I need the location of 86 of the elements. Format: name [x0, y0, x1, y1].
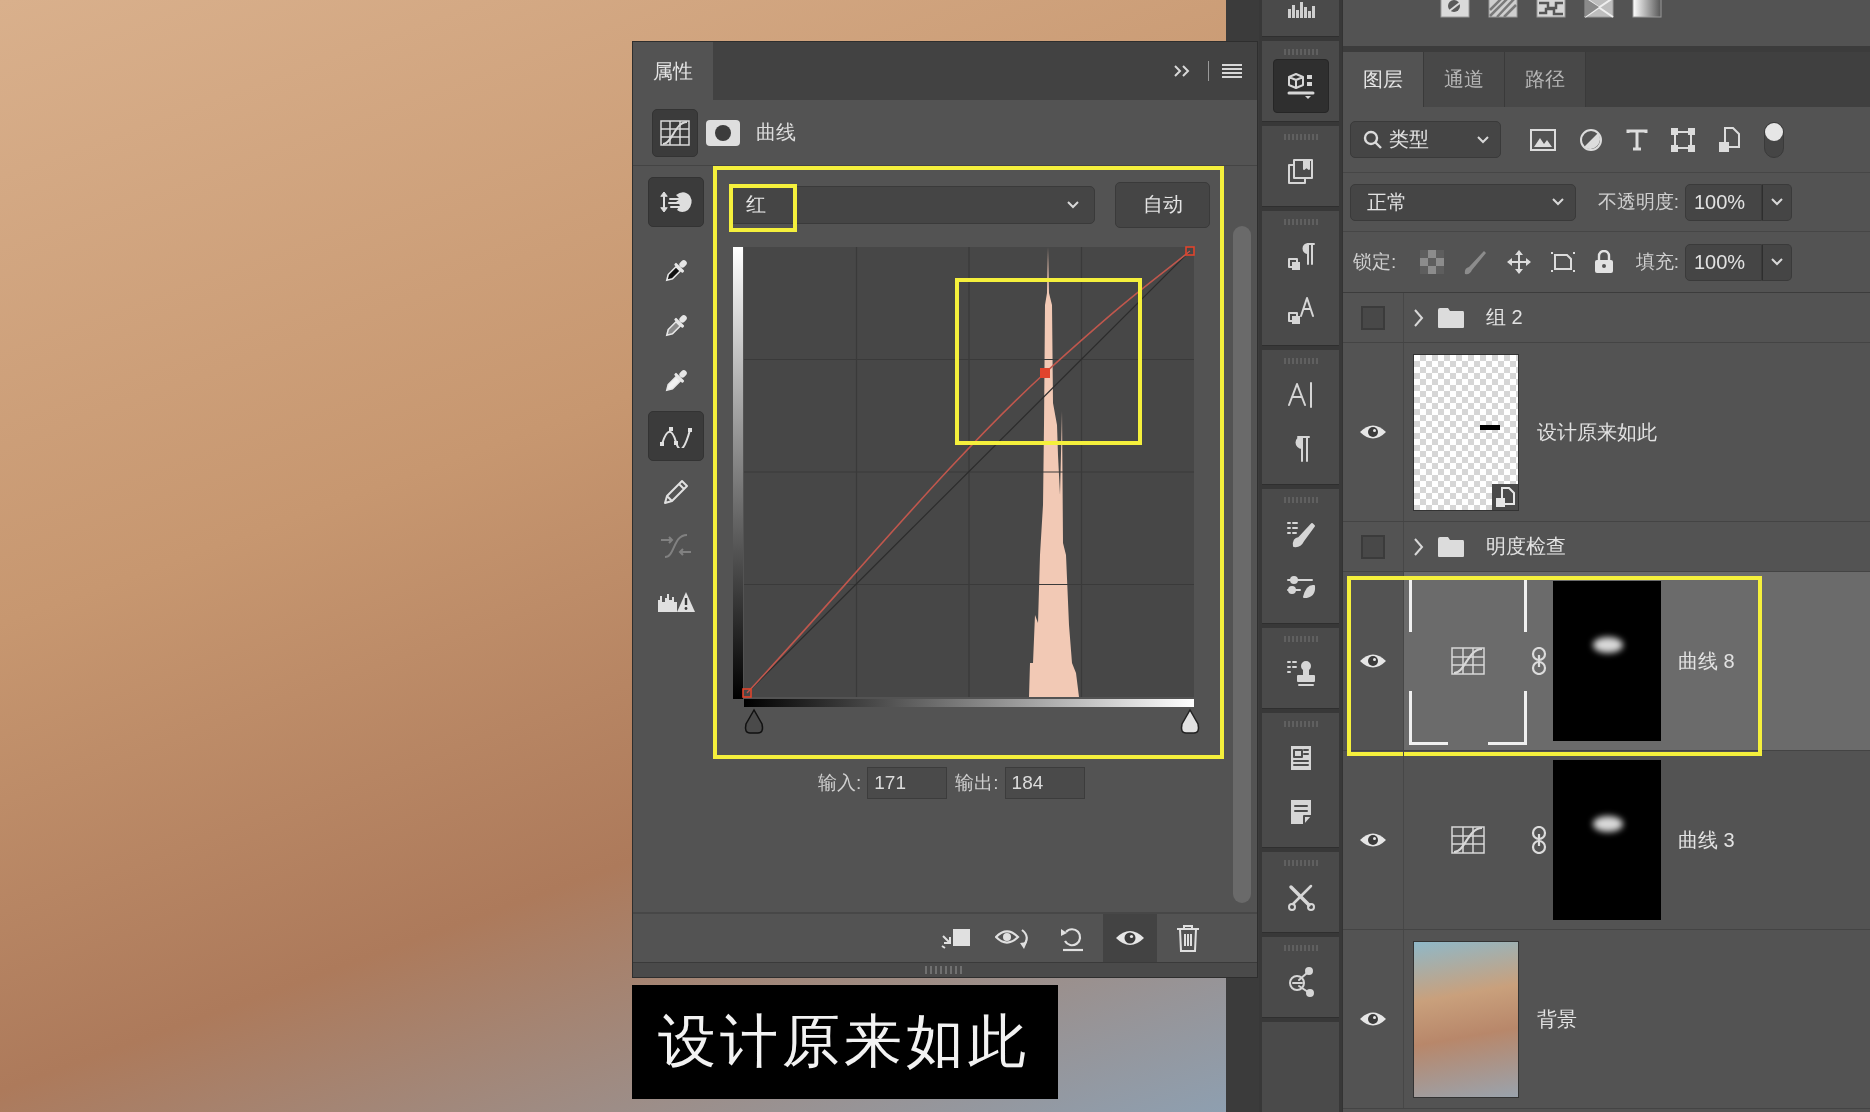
stripes-swatch-icon[interactable]: [1488, 0, 1518, 18]
chevron-right-icon[interactable]: [1412, 536, 1424, 557]
caret-icon: [1551, 197, 1565, 207]
curves-layer-button[interactable]: [652, 108, 698, 157]
caret-icon: [1770, 197, 1784, 207]
filter-toggle[interactable]: [1764, 121, 1784, 158]
adjustment-title: 曲线: [756, 120, 796, 145]
crossed-swatch-icon[interactable]: [1584, 0, 1614, 18]
opacity-label: 不透明度:: [1597, 190, 1679, 214]
link-icon[interactable]: [1531, 826, 1547, 854]
text-preview-drawing: [1480, 424, 1500, 430]
eye-icon[interactable]: [1359, 1010, 1387, 1028]
layer-row[interactable]: 曲线 8: [1404, 572, 1870, 750]
shadows-input-slider[interactable]: [744, 709, 764, 734]
caret-icon: [1066, 199, 1080, 210]
blend-mode-dropdown[interactable]: 正常: [1350, 183, 1576, 221]
panel-tab[interactable]: 通道: [1424, 52, 1505, 107]
layer-row[interactable]: 设计原来如此: [1404, 343, 1870, 521]
caption-text: 设计原来如此: [658, 1007, 1030, 1075]
trash-icon: [1176, 924, 1200, 952]
shape-filter-icon[interactable]: [1671, 127, 1695, 152]
mask-thumbnail[interactable]: [1553, 581, 1661, 741]
eye-icon[interactable]: [1359, 652, 1387, 670]
layer-name: 设计原来如此: [1537, 419, 1657, 445]
chevron-right-icon[interactable]: [1412, 307, 1424, 328]
layer-name: 背景: [1537, 1006, 1577, 1032]
input-field[interactable]: 171: [867, 767, 948, 799]
output-field[interactable]: 184: [1004, 767, 1085, 799]
point-curve-icon: [659, 424, 693, 448]
move-lock-icon[interactable]: [1506, 249, 1533, 275]
curves-icon: [660, 119, 690, 146]
mask-thumbnail[interactable]: [1553, 760, 1661, 920]
input-label: 输入:: [818, 771, 862, 795]
search-icon: [1363, 129, 1383, 150]
tool-button[interactable]: [648, 411, 704, 461]
opacity-dropdown-button[interactable]: [1762, 183, 1792, 221]
smart-object-icon: [1492, 483, 1518, 510]
tool-button[interactable]: [648, 177, 704, 227]
fill-field[interactable]: 100%: [1685, 243, 1762, 281]
artboard-lock-icon[interactable]: [1550, 250, 1577, 274]
opacity-field[interactable]: 100%: [1685, 183, 1762, 221]
layer-row[interactable]: 明度检查: [1404, 522, 1870, 571]
layer-name: 组 2: [1486, 305, 1523, 330]
highlights-input-slider[interactable]: [1180, 709, 1200, 734]
folder-icon: [1437, 306, 1465, 329]
layer-mask-icon[interactable]: [706, 119, 740, 146]
pattern-swatch-icon[interactable]: [1536, 0, 1566, 18]
folder-icon: [1437, 535, 1465, 558]
panel-tab[interactable]: 路径: [1505, 52, 1586, 107]
adjustment-filter-icon[interactable]: [1579, 127, 1603, 152]
fill-label: 填充:: [1635, 250, 1679, 274]
fill-dropdown-button[interactable]: [1762, 243, 1792, 281]
menu-icon[interactable]: [1221, 63, 1243, 79]
panel-tab[interactable]: 属性: [633, 42, 713, 100]
layer-row[interactable]: 背景: [1404, 930, 1870, 1108]
auto-button[interactable]: 自动: [1115, 181, 1210, 228]
lock-label: 锁定:: [1353, 250, 1397, 274]
smart-object-filter-icon[interactable]: [1718, 126, 1740, 153]
caret-icon: [1476, 134, 1490, 145]
padlock-icon[interactable]: [1594, 250, 1615, 274]
eye-icon[interactable]: [1359, 423, 1387, 441]
visibility-button[interactable]: [1103, 914, 1157, 962]
caret-icon: [1770, 257, 1784, 267]
gradient-swatch-icon[interactable]: [1632, 0, 1662, 18]
image-filter-icon[interactable]: [1530, 128, 1556, 151]
link-icon[interactable]: [1531, 647, 1547, 675]
output-label: 输出:: [955, 771, 999, 795]
layer-name: 曲线 8: [1678, 648, 1735, 674]
layer-row[interactable]: 组 2: [1404, 293, 1870, 342]
eye-icon[interactable]: [1359, 831, 1387, 849]
brush-swatch-icon[interactable]: [1440, 0, 1470, 18]
curves-icon[interactable]: [1451, 647, 1485, 675]
type-filter-icon[interactable]: [1626, 128, 1648, 151]
checkerboard-lock-icon[interactable]: [1420, 250, 1445, 274]
histogram-icon: [1285, 0, 1316, 18]
panel-tab[interactable]: 图层: [1343, 52, 1424, 107]
smooth-curve-icon: [659, 532, 693, 560]
layer-row[interactable]: 曲线 3: [1404, 751, 1870, 929]
eye-icon: [1115, 928, 1145, 948]
grip-handle-icon[interactable]: [925, 966, 965, 974]
layer-name: 明度检查: [1486, 534, 1566, 559]
curves-icon[interactable]: [1451, 826, 1485, 854]
dock-button[interactable]: [1272, 59, 1329, 113]
clip-icon: [940, 927, 972, 949]
layer-name: 曲线 3: [1678, 827, 1735, 853]
filter-type-dropdown[interactable]: 类型: [1350, 121, 1501, 158]
